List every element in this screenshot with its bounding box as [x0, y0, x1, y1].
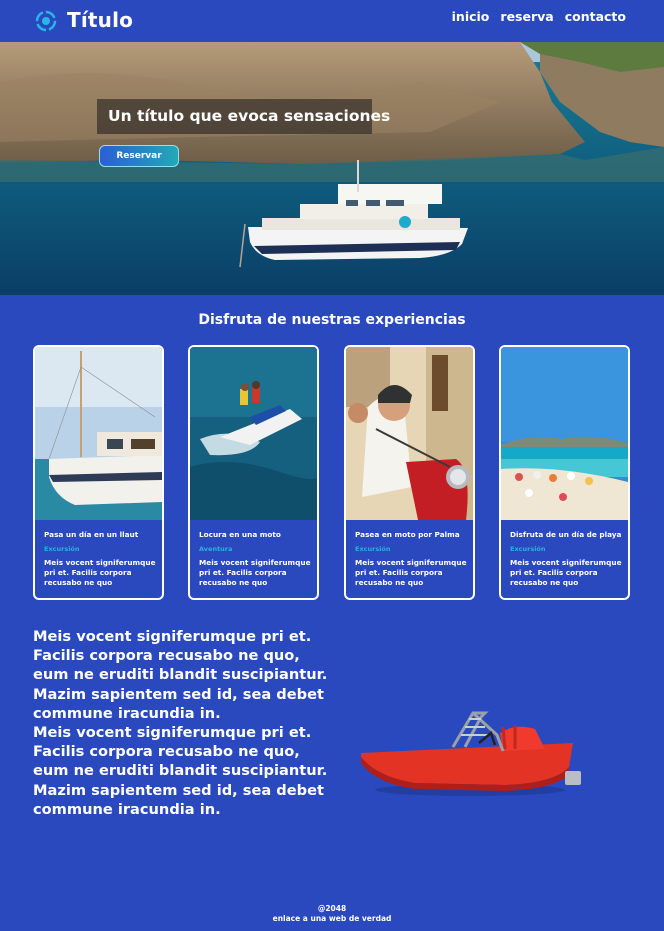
site-header: Título inicio reserva contacto	[0, 0, 664, 42]
experience-card-image	[35, 347, 162, 520]
footer-link[interactable]: enlace a una web de verdad	[273, 914, 392, 923]
experience-card-llaut[interactable]: Pasa un día en un llaut Excursión Meis v…	[33, 345, 164, 600]
experience-card-tag: Aventura	[199, 545, 233, 553]
body-text-line: Meis vocent signiferumque pri et.	[33, 724, 312, 742]
book-button[interactable]: Reservar	[99, 145, 179, 167]
experience-card-jetski[interactable]: Locura en una moto Aventura Meis vocent …	[188, 345, 319, 600]
experiences-heading: Disfruta de nuestras experiencias	[198, 312, 466, 328]
body-text-line: commune iracundia in.	[33, 800, 221, 818]
experience-card-beach[interactable]: Disfruta de un día de playa Excursión Me…	[499, 345, 630, 600]
body-text-line: Mazim sapientem sed id, sea debet	[33, 685, 324, 703]
nav-link-reserva[interactable]: reserva	[500, 9, 553, 24]
experience-card-image	[190, 347, 317, 520]
experience-card-title: Disfruta de un día de playa	[510, 530, 622, 539]
main-nav: inicio reserva contacto	[452, 9, 626, 24]
hero-banner: Un título que evoca sensaciones Reservar	[0, 42, 664, 295]
body-text-line: Facilis corpora recusabo ne quo,	[33, 743, 300, 761]
experience-card-tag: Excursión	[510, 545, 546, 553]
hero-title: Un título que evoca sensaciones	[97, 99, 390, 134]
logo-icon[interactable]	[35, 10, 57, 32]
experience-card-image	[501, 347, 628, 520]
body-text-line: eum ne eruditi blandit suscipiantur.	[33, 666, 328, 684]
nav-link-inicio[interactable]: inicio	[452, 9, 490, 24]
body-text-line: commune iracundia in.	[33, 704, 221, 722]
experience-card-scooter[interactable]: Pasea en moto por Palma Excursión Meis v…	[344, 345, 475, 600]
footer-copyright: @2048	[317, 904, 347, 913]
experience-card-title: Pasa un día en un llaut	[44, 530, 139, 539]
experience-card-image	[346, 347, 473, 520]
body-text-line: eum ne eruditi blandit suscipiantur.	[33, 762, 328, 780]
body-text-line: Meis vocent signiferumque pri et.	[33, 628, 312, 645]
experience-card-text: Meis vocent signiferumque pri et. Facili…	[355, 558, 467, 587]
experience-card-text: Meis vocent signiferumque pri et. Facili…	[44, 558, 156, 587]
body-text-line: Facilis corpora recusabo ne quo,	[33, 647, 300, 665]
experience-card-text: Meis vocent signiferumque pri et. Facili…	[199, 558, 311, 587]
experience-card-tag: Excursión	[355, 545, 391, 553]
experience-card-tag: Excursión	[44, 545, 80, 553]
speedboat-illustration	[361, 711, 581, 796]
site-footer: @2048 enlace a una web de verdad	[0, 904, 664, 924]
experience-card-title: Locura en una moto	[199, 530, 281, 539]
nav-link-contacto[interactable]: contacto	[565, 9, 626, 24]
experience-card-title: Pasea en moto por Palma	[355, 530, 460, 539]
body-text: Meis vocent signiferumque pri et. Facili…	[33, 627, 343, 819]
body-text-line: Mazim sapientem sed id, sea debet	[33, 781, 324, 799]
site-title[interactable]: Título	[67, 8, 133, 32]
experience-card-text: Meis vocent signiferumque pri et. Facili…	[510, 558, 622, 587]
hero-image	[0, 42, 664, 295]
